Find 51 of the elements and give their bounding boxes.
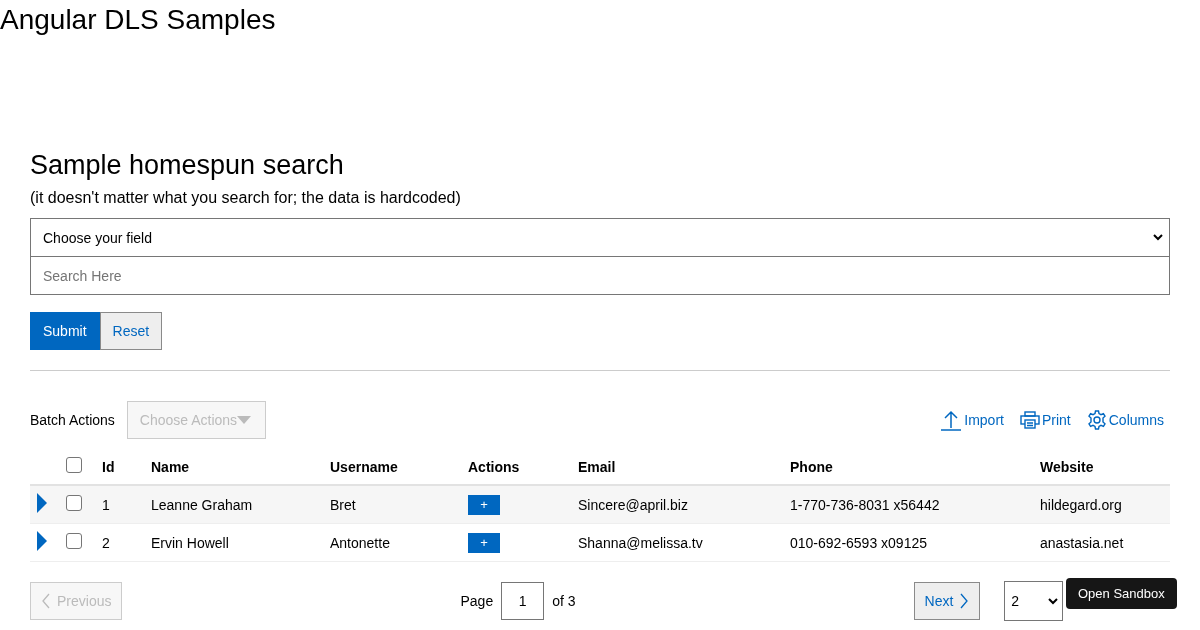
table-cell: Bret bbox=[330, 496, 356, 513]
add-button[interactable]: + bbox=[468, 494, 500, 515]
table-cell: hildegard.org bbox=[1040, 496, 1122, 513]
reset-button[interactable]: Reset bbox=[99, 312, 163, 350]
column-header: Email bbox=[578, 458, 616, 475]
column-header: Website bbox=[1040, 458, 1094, 475]
table-cell: 1 bbox=[102, 496, 110, 513]
printer-icon bbox=[1019, 411, 1040, 429]
tooltip: Open Sandbox bbox=[1066, 578, 1177, 609]
page-label: Page bbox=[460, 593, 494, 609]
chevron-down-icon bbox=[1048, 597, 1059, 605]
submit-button[interactable]: Submit bbox=[30, 312, 100, 350]
columns-link[interactable]: Columns bbox=[1086, 409, 1164, 431]
table-cell: Antonette bbox=[330, 534, 390, 551]
field-select[interactable]: Choose your field bbox=[30, 218, 1170, 257]
column-header: Phone bbox=[790, 458, 833, 475]
page-title: Angular DLS Samples bbox=[0, 3, 276, 37]
search-field[interactable]: Search Here bbox=[30, 257, 1170, 295]
upload-icon bbox=[940, 409, 963, 431]
table-cell: 010-692-6593 x09125 bbox=[790, 534, 927, 551]
print-link[interactable]: Print bbox=[1019, 409, 1071, 431]
caret-right-icon[interactable] bbox=[36, 530, 48, 551]
section-note: (it doesn't matter what you search for; the data is hardcoded) bbox=[30, 188, 462, 208]
chevron-right-icon bbox=[959, 593, 970, 609]
add-button[interactable]: + bbox=[468, 532, 500, 553]
table-cell: Leanne Graham bbox=[151, 496, 253, 513]
page-input[interactable]: 1 bbox=[501, 582, 545, 620]
page-size-select[interactable]: 2 bbox=[1004, 581, 1064, 621]
chevron-down-icon bbox=[1153, 234, 1163, 241]
chevron-left-icon bbox=[41, 593, 51, 609]
section-heading: Sample homespun search bbox=[30, 149, 344, 182]
table-cell: Shanna@melissa.tv bbox=[578, 534, 703, 551]
table-cell: 2 bbox=[102, 534, 110, 551]
row-checkbox[interactable] bbox=[66, 494, 82, 511]
next-button[interactable]: Next bbox=[913, 582, 981, 620]
page-count: of 3 bbox=[552, 593, 576, 609]
column-header: Actions bbox=[468, 458, 520, 475]
table-cell: 1-770-736-8031 x56442 bbox=[790, 496, 940, 513]
table-cell: anastasia.net bbox=[1040, 534, 1124, 551]
table-cell: Sincere@april.biz bbox=[578, 496, 688, 513]
table-cell: Ervin Howell bbox=[151, 534, 229, 551]
import-link[interactable]: Import bbox=[940, 409, 1004, 431]
select-all-checkbox[interactable] bbox=[66, 456, 82, 473]
row-checkbox[interactable] bbox=[66, 532, 82, 549]
column-header: Name bbox=[151, 458, 190, 475]
batch-actions-label: Batch Actions bbox=[30, 412, 115, 428]
column-header: Id bbox=[102, 458, 115, 475]
column-header: Username bbox=[330, 458, 398, 475]
triangle-down-icon bbox=[237, 416, 252, 424]
settings-icon bbox=[1086, 410, 1107, 430]
caret-right-icon[interactable] bbox=[36, 492, 48, 513]
